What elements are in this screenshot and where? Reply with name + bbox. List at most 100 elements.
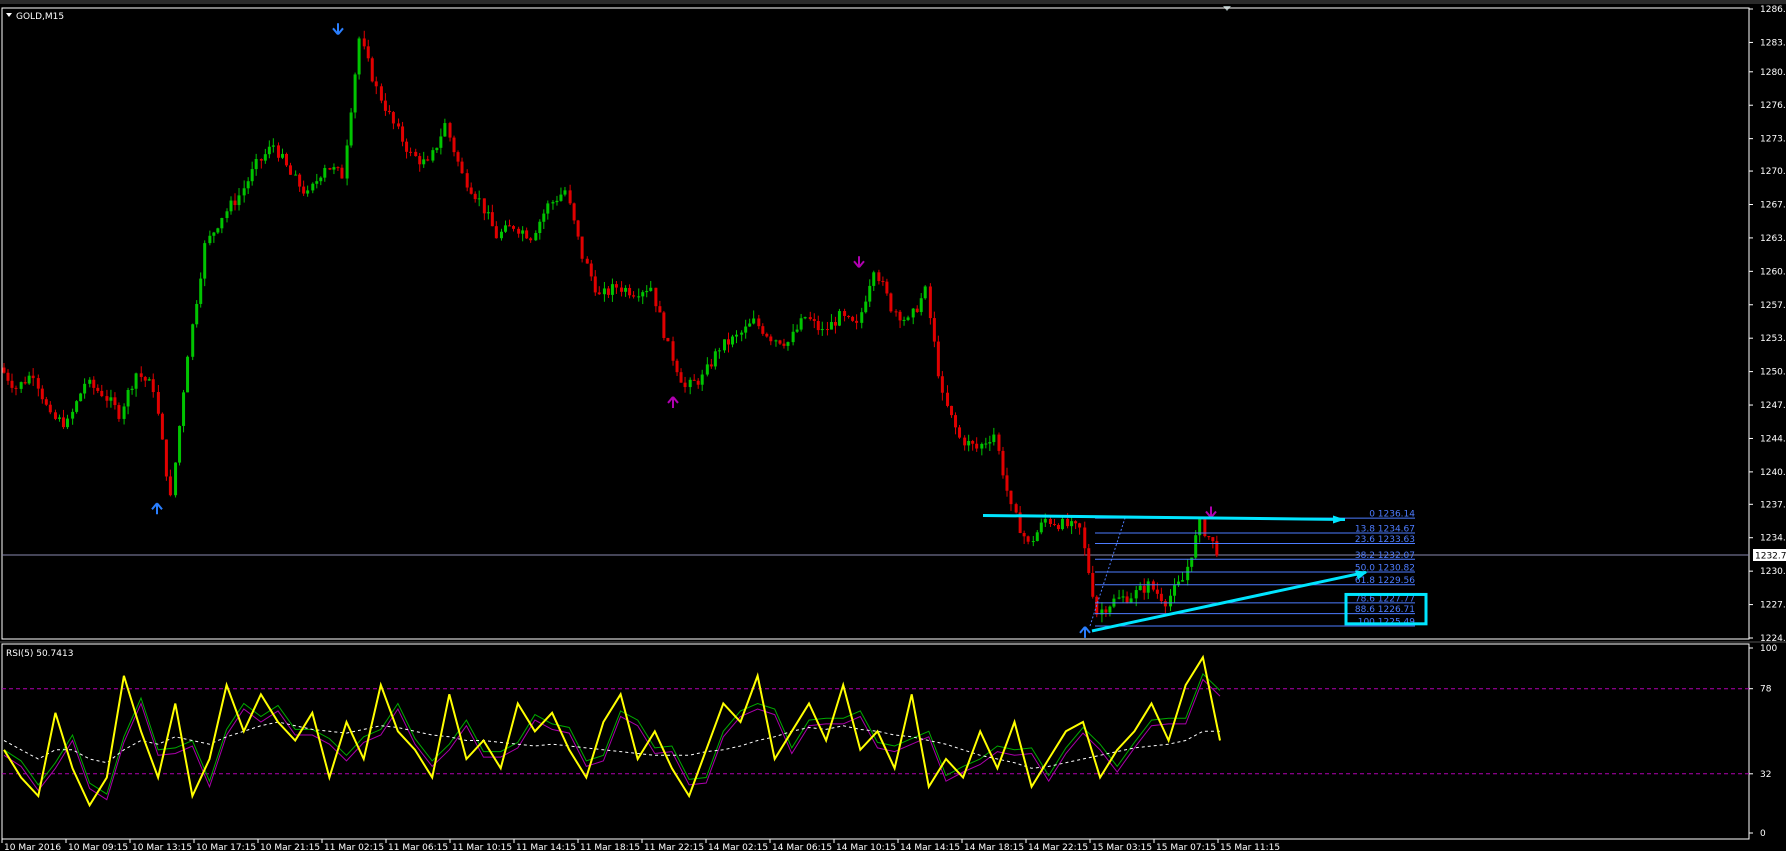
candle-body — [885, 281, 889, 294]
candle-body — [1203, 518, 1207, 537]
y-tick-label: 1280.2 — [1760, 68, 1786, 78]
rsi-y-tick-label: 0 — [1760, 829, 1766, 839]
candle-body — [525, 230, 529, 239]
candle-body — [641, 292, 645, 297]
candle-body — [1108, 606, 1112, 613]
candle-body — [216, 228, 220, 233]
candle-body — [1138, 585, 1142, 591]
candle-body — [692, 379, 696, 381]
candle-body — [328, 168, 332, 170]
candle-body — [915, 308, 919, 313]
candle-body — [271, 145, 275, 147]
candle-body — [490, 212, 494, 227]
candle-body — [23, 382, 27, 384]
y-tick-label: 1240.7 — [1760, 468, 1786, 478]
candle-body — [967, 440, 971, 446]
rsi-slow-line — [3, 678, 1221, 801]
candle-body — [465, 173, 469, 188]
candle-body — [1005, 475, 1009, 491]
candle-body — [426, 159, 430, 161]
y-tick-label: 1270.4 — [1760, 167, 1786, 177]
candle-body — [975, 443, 979, 449]
candle-body — [96, 387, 100, 391]
candle-body — [872, 272, 876, 286]
resistance-arrow-icon — [1333, 515, 1345, 524]
candle-body — [10, 380, 14, 388]
candle-body — [1194, 535, 1198, 558]
fib-level-label: 0 1236.14 — [1369, 510, 1415, 520]
candle-body — [585, 258, 589, 264]
candle-body — [294, 174, 298, 176]
candle-body — [1087, 548, 1091, 573]
support-trendline[interactable] — [1091, 570, 1367, 633]
candle-body — [1074, 521, 1078, 524]
candle-body — [713, 351, 717, 367]
candle-body — [829, 322, 833, 330]
candle-body — [44, 399, 48, 405]
candle-body — [576, 220, 580, 237]
resistance-trendline[interactable] — [982, 513, 1346, 521]
candle-body — [65, 418, 69, 428]
candle-body — [877, 272, 881, 282]
candle-body — [971, 440, 975, 444]
fractal-arrow-shape — [667, 396, 679, 408]
candle-body — [816, 321, 820, 331]
candle-body — [637, 296, 641, 298]
rsi-line — [3, 654, 1221, 808]
x-tick-label: 10 Mar 09:15 — [68, 843, 128, 851]
candle-body — [614, 284, 618, 288]
candle-body — [748, 323, 752, 327]
candle-body — [443, 123, 447, 137]
y-tick-label: 1224.3 — [1760, 634, 1786, 644]
candle-body — [263, 154, 267, 161]
candle-body — [1142, 585, 1146, 593]
candle-body — [246, 181, 250, 189]
candle-body — [503, 225, 507, 232]
candle-body — [452, 137, 456, 153]
candle-body — [898, 311, 902, 321]
candle-body — [336, 167, 340, 169]
candle-body — [803, 317, 807, 319]
x-tick-label: 14 Mar 14:15 — [900, 843, 960, 851]
candle-body — [1060, 518, 1064, 530]
candle-body — [808, 317, 812, 320]
candle-body — [731, 336, 735, 345]
candle-body — [130, 388, 134, 390]
candle-body — [860, 312, 864, 323]
candle-body — [1155, 589, 1159, 594]
candle-body — [237, 195, 241, 206]
candle-body — [414, 151, 418, 157]
x-tick-label: 11 Mar 06:15 — [388, 843, 448, 851]
candle-body — [688, 379, 692, 388]
candle-body — [752, 318, 756, 324]
trading-chart[interactable]: GOLD,M15 RSI(5) 50.7413 1232.7 1286.4 128… — [0, 0, 1786, 851]
candle-body — [589, 263, 593, 277]
candle-body — [833, 322, 837, 326]
candle-body — [362, 38, 366, 47]
candle-body — [919, 298, 923, 313]
candle-body — [761, 326, 765, 334]
candle-body — [280, 153, 284, 158]
collapse-triangle-icon[interactable] — [6, 13, 12, 17]
candle-body — [606, 288, 610, 295]
candle-body — [306, 190, 310, 194]
candle-body — [1048, 518, 1052, 524]
candle-body — [164, 439, 168, 477]
candle-body — [113, 397, 117, 406]
candle-body — [174, 462, 178, 496]
rsi-y-tick-label: 100 — [1760, 644, 1777, 654]
fractal-arrow-shape — [332, 23, 344, 35]
candle-body — [340, 167, 344, 179]
y-tick-label: 1234.2 — [1760, 534, 1786, 544]
candle-body — [932, 318, 936, 342]
y-tick-label: 1253.9 — [1760, 334, 1786, 344]
candle-body — [928, 286, 932, 319]
candle-body — [435, 147, 439, 151]
candle-body — [791, 331, 795, 343]
y-tick-label: 1267.1 — [1760, 200, 1786, 210]
y-tick-label: 1286.4 — [1760, 5, 1786, 15]
candle-body — [391, 112, 395, 124]
x-tick-label: 14 Mar 18:15 — [964, 843, 1024, 851]
candle-body — [494, 226, 498, 239]
candle-body — [1001, 450, 1005, 476]
